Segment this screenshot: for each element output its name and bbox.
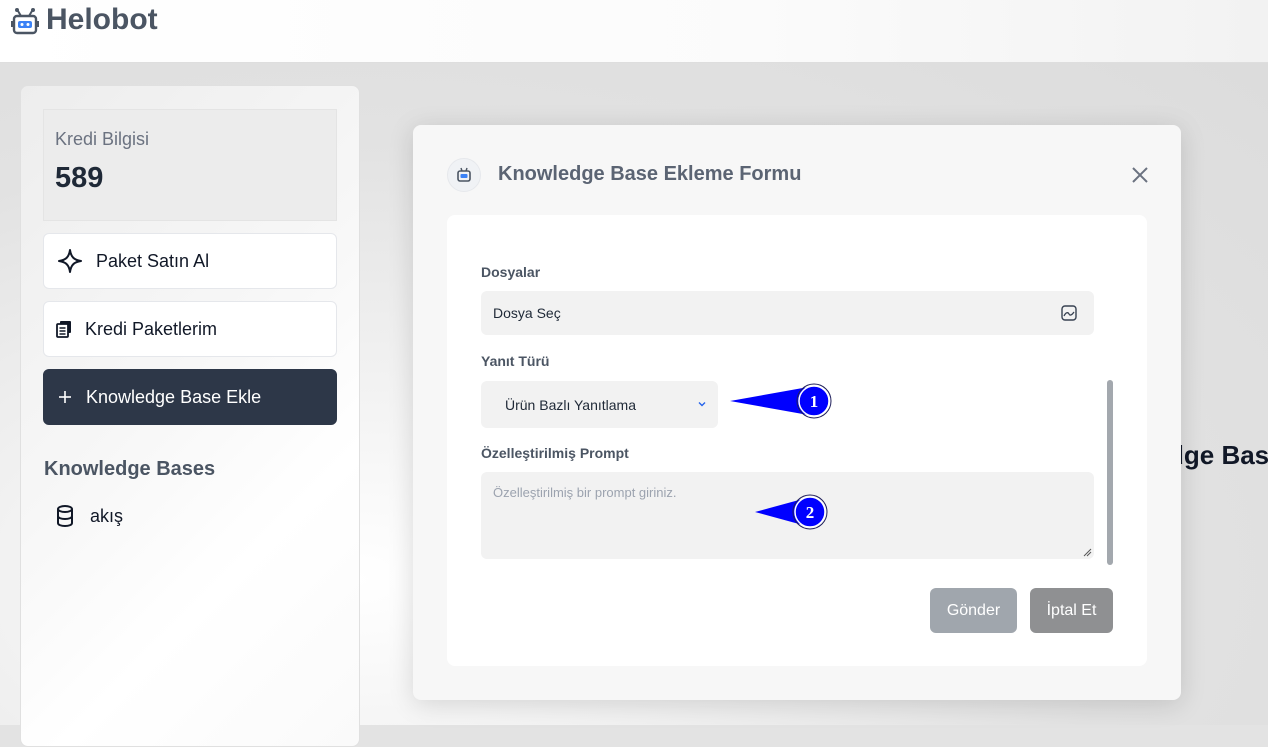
- modal-icon: [447, 158, 481, 192]
- knowledge-base-item-label: akış: [90, 505, 124, 526]
- response-type-label: Yanıt Türü: [481, 353, 550, 369]
- database-icon: [57, 505, 73, 528]
- image-icon: [1061, 305, 1077, 321]
- response-type-select[interactable]: Ürün Bazlı Yanıtlama: [481, 381, 718, 428]
- my-credit-packages-button[interactable]: Kredi Paketlerim: [43, 301, 337, 357]
- sparkle-icon: [58, 249, 82, 273]
- add-knowledge-base-label: Knowledge Base Ekle: [86, 386, 262, 407]
- close-icon[interactable]: [1129, 164, 1151, 186]
- resize-grip-icon[interactable]: [1082, 547, 1092, 557]
- app-header: Helobot: [0, 0, 1268, 63]
- app-title: Helobot: [46, 3, 158, 36]
- buy-package-button[interactable]: Paket Satın Al: [43, 233, 337, 289]
- credit-value: 589: [55, 162, 104, 194]
- chevron-down-icon: [698, 402, 706, 407]
- response-type-value: Ürün Bazlı Yanıtlama: [505, 396, 636, 413]
- custom-prompt-textarea[interactable]: Özelleştirilmiş bir prompt giriniz.: [481, 472, 1094, 559]
- cancel-button[interactable]: İptal Et: [1030, 588, 1113, 633]
- file-input-value: Dosya Seç: [493, 305, 561, 321]
- background-heading: dge Bas: [1168, 440, 1268, 470]
- knowledge-base-item[interactable]: akış: [54, 504, 123, 528]
- add-knowledge-base-button[interactable]: Knowledge Base Ekle: [43, 369, 337, 425]
- plus-icon: [59, 391, 71, 403]
- files-label: Dosyalar: [481, 264, 541, 280]
- custom-prompt-placeholder: Özelleştirilmiş bir prompt giriniz.: [493, 485, 677, 500]
- file-input[interactable]: Dosya Seç: [481, 291, 1094, 335]
- knowledge-bases-heading: Knowledge Bases: [44, 458, 216, 480]
- documents-icon: [56, 321, 71, 338]
- credit-label: Kredi Bilgisi: [55, 129, 150, 149]
- modal-title: Knowledge Base Ekleme Formu: [498, 163, 802, 185]
- custom-prompt-label: Özelleştirilmiş Prompt: [481, 445, 629, 461]
- robot-icon: [11, 8, 39, 35]
- my-credit-packages-label: Kredi Paketlerim: [85, 318, 218, 339]
- form-scrollbar[interactable]: [1107, 380, 1113, 565]
- credit-card: Kredi Bilgisi 589: [43, 109, 337, 221]
- robot-icon: [457, 167, 471, 182]
- buy-package-label: Paket Satın Al: [96, 250, 210, 271]
- submit-button[interactable]: Gönder: [930, 588, 1017, 633]
